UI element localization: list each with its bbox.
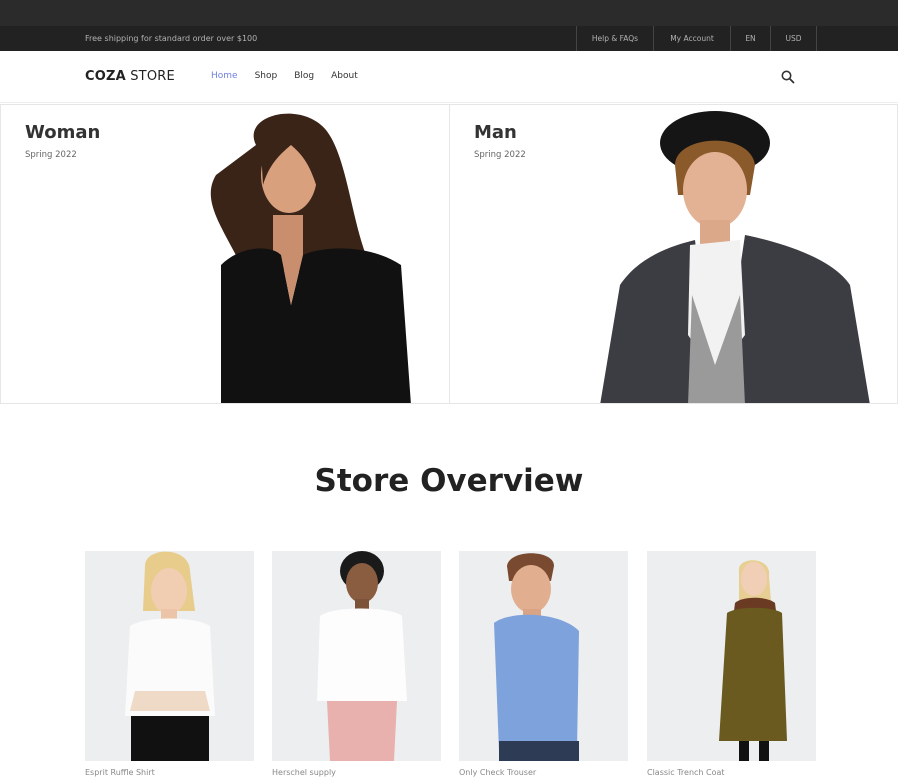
product-image-esprit-ruffle-shirt[interactable] xyxy=(85,551,254,761)
nav-about[interactable]: About xyxy=(331,71,358,81)
browser-chrome-strip xyxy=(0,0,898,26)
product-name-herschel-supply[interactable]: Herschel supply xyxy=(272,768,336,777)
logo-bold: COZA xyxy=(85,69,126,84)
product-image-herschel-supply[interactable] xyxy=(272,551,441,761)
my-account-link[interactable]: My Account xyxy=(653,26,730,51)
main-nav: Home Shop Blog About xyxy=(211,71,358,81)
product-name-esprit-ruffle-shirt[interactable]: Esprit Ruffle Shirt xyxy=(85,768,155,777)
product-image-only-check-trouser[interactable] xyxy=(459,551,628,761)
language-selector[interactable]: EN xyxy=(730,26,770,51)
free-shipping-promo: Free shipping for standard order over $1… xyxy=(85,34,258,43)
product-name-only-check-trouser[interactable]: Only Check Trouser xyxy=(459,768,536,777)
currency-selector[interactable]: USD xyxy=(770,26,817,51)
banner-woman[interactable]: Woman Spring 2022 xyxy=(0,104,450,404)
product-name-classic-trench-coat[interactable]: Classic Trench Coat xyxy=(647,768,725,777)
product-image-classic-trench-coat[interactable] xyxy=(647,551,816,761)
help-faqs-link[interactable]: Help & FAQs xyxy=(576,26,653,51)
man-model-image xyxy=(600,111,870,403)
banner-woman-subtitle: Spring 2022 xyxy=(25,150,77,160)
top-bar: Free shipping for standard order over $1… xyxy=(0,26,898,51)
top-bar-links: Help & FAQs My Account EN USD xyxy=(576,26,817,51)
nav-home[interactable]: Home xyxy=(211,71,238,81)
nav-shop[interactable]: Shop xyxy=(255,71,278,81)
banner-man-subtitle: Spring 2022 xyxy=(474,150,526,160)
banner-man-title: Man xyxy=(474,122,517,143)
main-header: COZA STORE Home Shop Blog About xyxy=(0,51,898,103)
banner-woman-title: Woman xyxy=(25,122,101,143)
store-logo[interactable]: COZA STORE xyxy=(85,69,175,84)
woman-model-image xyxy=(210,113,411,403)
search-icon[interactable] xyxy=(780,69,796,85)
nav-blog[interactable]: Blog xyxy=(294,71,314,81)
store-overview-title: Store Overview xyxy=(314,463,584,499)
banner-man[interactable]: Man Spring 2022 xyxy=(450,104,898,404)
logo-light: STORE xyxy=(130,69,175,84)
